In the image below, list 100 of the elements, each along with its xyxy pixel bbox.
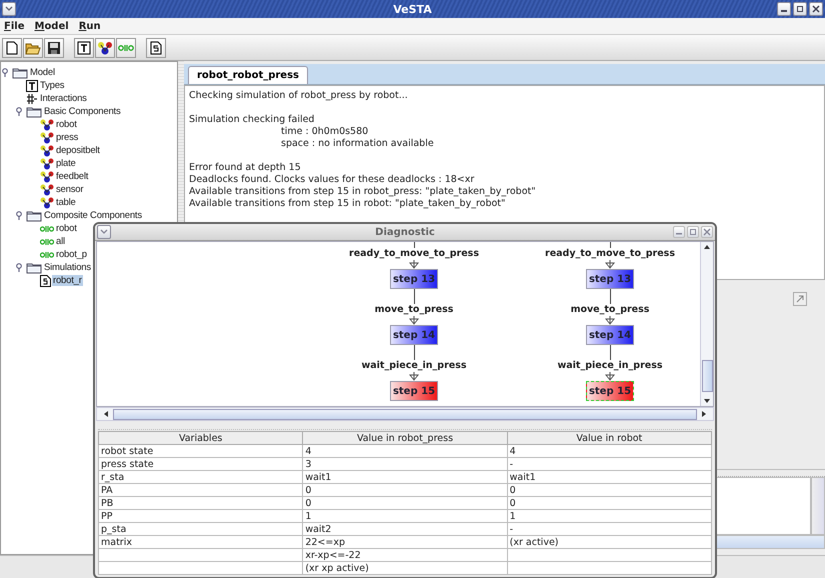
tree-item[interactable]: robot_r [52, 275, 83, 286]
maximize-icon [796, 5, 804, 13]
menu-item[interactable]: Model [34, 20, 69, 32]
menu-item[interactable]: File [4, 20, 24, 32]
type-box-icon [77, 40, 91, 54]
type-box-icon [26, 80, 38, 92]
component-icon [40, 170, 54, 182]
table-cell: 4 [305, 446, 312, 456]
column-header[interactable]: Value in robot_press [302, 432, 508, 444]
component-icon [97, 40, 113, 54]
step-node[interactable]: step 13 [586, 269, 634, 289]
table-cell: PA [101, 484, 113, 496]
output-line: Available transitions from step 15 in robot_press: "plate_taken_by_robot" [189, 186, 537, 198]
tree-item[interactable]: depositbelt [55, 145, 101, 156]
scroll-right-icon[interactable] [701, 410, 707, 418]
table-cell: wait1 [510, 472, 536, 482]
table-cell: (xr xp active) [305, 562, 369, 574]
step-node[interactable]: step 14 [586, 325, 634, 345]
component-icon [40, 184, 54, 196]
window-menu-button[interactable] [97, 225, 111, 239]
window-menu-button[interactable] [2, 2, 16, 16]
vertical-scrollbar[interactable] [700, 242, 713, 406]
output-line: Simulation checking failed [189, 114, 316, 126]
minimize-button[interactable] [777, 2, 791, 16]
output-line: Error found at depth 15 [189, 162, 302, 174]
arrow-icon [604, 316, 616, 325]
step-node[interactable]: step 14 [390, 325, 438, 345]
column-header[interactable]: Value in robot [507, 432, 712, 444]
composite-icon [40, 224, 54, 232]
types-button[interactable] [74, 38, 94, 58]
table-cell: p_sta [101, 524, 126, 534]
menu-item[interactable]: Run [78, 20, 101, 32]
simulation-button[interactable] [146, 38, 166, 58]
folder-icon [26, 106, 42, 118]
step-node[interactable]: step 13 [390, 269, 438, 289]
open-folder-button[interactable] [23, 38, 43, 58]
tree-item[interactable]: plate [55, 158, 77, 169]
scroll-down-icon[interactable] [703, 398, 711, 404]
arrow-icon [604, 372, 616, 381]
tree-item[interactable]: Basic Components [43, 106, 122, 117]
table-cell: 0 [510, 484, 516, 496]
scroll-thumb[interactable] [702, 360, 712, 392]
document-icon [40, 274, 51, 286]
tree-item[interactable]: robot [55, 223, 78, 234]
transition-label: move_to_press [374, 304, 454, 316]
arrow-icon [408, 316, 420, 325]
arrow-icon [408, 260, 420, 269]
output-line: Deadlocks found. Clocks values for these deadlocks : 18<xr [189, 174, 476, 186]
composite-icon [40, 238, 54, 246]
maximize-button[interactable] [793, 2, 807, 16]
table-cell: 0 [510, 498, 516, 508]
transition-label: ready_to_move_to_press [349, 248, 479, 260]
folder-icon [12, 66, 28, 78]
tree-item[interactable]: robot_p [55, 249, 88, 260]
tree-item[interactable]: Types [39, 80, 66, 91]
vertical-scrollbar[interactable] [811, 477, 825, 535]
table-cell: 1 [510, 510, 516, 522]
table-cell: 1 [305, 510, 312, 522]
table-cell: 3 [305, 458, 312, 470]
tree-item[interactable]: feedbelt [55, 171, 90, 182]
table-cell: PP [101, 510, 112, 522]
tree-item[interactable]: robot [55, 119, 78, 130]
table-cell: wait2 [305, 524, 332, 534]
horizontal-scrollbar[interactable] [96, 407, 714, 421]
table-cell: 0 [305, 498, 312, 508]
column-header[interactable]: Variables [98, 432, 303, 444]
tree-item[interactable]: table [55, 197, 77, 208]
step-node[interactable]: step 15 [390, 381, 438, 401]
close-button[interactable] [809, 2, 823, 16]
table-cell: robot state [101, 446, 154, 456]
component-icon [40, 118, 54, 130]
tree-item[interactable]: Simulations [43, 262, 92, 273]
scroll-up-icon[interactable] [703, 244, 711, 250]
composite-icon [40, 250, 54, 258]
table-cell: 4 [510, 446, 516, 456]
scroll-left-icon[interactable] [103, 410, 109, 418]
scroll-thumb[interactable] [113, 408, 697, 420]
component-button[interactable] [95, 38, 115, 58]
tree-item[interactable]: Interactions [39, 93, 88, 104]
output-line: space : no information available [280, 138, 435, 150]
new-file-button[interactable] [2, 38, 22, 58]
table-cell: press state [101, 458, 154, 470]
output-line: Checking simulation of robot_press by robot... [189, 90, 409, 102]
interactions-icon [26, 92, 38, 104]
tree-item[interactable]: Model [29, 67, 56, 78]
table-cell: r_sta [101, 472, 124, 482]
tree-item[interactable]: sensor [55, 184, 84, 195]
step-node[interactable]: step 15 [586, 381, 634, 401]
arrow-icon [408, 372, 420, 381]
tree-item[interactable]: press [55, 132, 80, 143]
save-button[interactable] [44, 38, 64, 58]
close-icon [812, 5, 820, 13]
tree-item[interactable]: Composite Components [43, 210, 143, 221]
tree-item[interactable]: all [55, 236, 66, 247]
blank-page-icon [6, 40, 18, 54]
transition-label: wait_piece_in_press [361, 360, 467, 372]
tab[interactable]: robot_robot_press [188, 66, 308, 84]
component-icon [40, 144, 54, 156]
component-icon [40, 196, 54, 208]
table-cell: 0 [305, 484, 312, 496]
